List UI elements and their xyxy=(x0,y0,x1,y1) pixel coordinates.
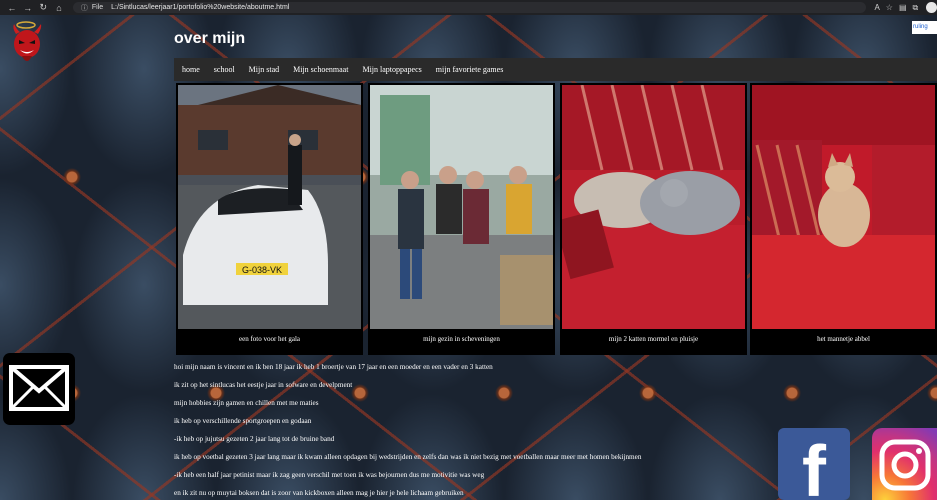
about-line: -ik heb een half jaar petinist maar ik z… xyxy=(174,471,485,479)
back-icon[interactable]: ← xyxy=(4,3,20,13)
forward-icon[interactable]: → xyxy=(20,3,36,13)
instagram-icon[interactable] xyxy=(872,428,937,500)
about-line: -ik heb op jujutsu gezeten 2 jaar lang t… xyxy=(174,435,335,443)
about-line: hoi mijn naam is vincent en ik ben 18 ja… xyxy=(174,363,493,371)
family-photo xyxy=(370,85,553,329)
about-line: mijn hobbies zijn gamen en chillen met m… xyxy=(174,399,319,407)
license-plate: G-038-VK xyxy=(242,265,282,275)
nav-schoenmaat[interactable]: Mijn schoenmaat xyxy=(293,65,348,74)
browser-tools: A ☆ ▤ ⧉ xyxy=(874,3,918,13)
profile-avatar[interactable] xyxy=(926,2,937,13)
browser-toolbar: ← → ↻ ⌂ ⓘ File L:/Sintlucas/leerjaar1/po… xyxy=(0,0,937,15)
nav-laptop-specs[interactable]: Mijn laptoppapecs xyxy=(362,65,421,74)
about-line: ik heb op voetbal gezeten 3 jaar lang ma… xyxy=(174,453,642,461)
address-bar[interactable]: ⓘ File L:/Sintlucas/leerjaar1/portofolio… xyxy=(72,2,867,13)
collections-icon[interactable]: ▤ xyxy=(899,3,907,13)
read-aloud-icon[interactable]: A xyxy=(874,3,879,13)
home-icon[interactable]: ⌂ xyxy=(51,3,67,13)
nav-favoriete-games[interactable]: mijn favoriete games xyxy=(436,65,504,74)
about-line: en ik zit nu op muytai boksen dat is zoo… xyxy=(174,489,464,497)
extensions-icon[interactable]: ⧉ xyxy=(913,3,919,13)
about-line: ik heb op verschillende sportgroepen en … xyxy=(174,417,312,425)
gallery-card-gala[interactable]: G-038-VK een foto voor het gala xyxy=(176,83,363,355)
gallery-caption: het mannetje abbel xyxy=(817,335,870,343)
page-title: over mijn xyxy=(174,30,246,47)
facebook-f-glyph: f xyxy=(802,432,826,500)
devil-logo-icon[interactable] xyxy=(8,20,48,68)
about-text: hoi mijn naam is vincent en ik ben 18 ja… xyxy=(174,358,774,500)
url-scheme: File xyxy=(91,4,104,11)
nav-home[interactable]: home xyxy=(182,65,200,74)
nav-mijn-stad[interactable]: Mijn stad xyxy=(249,65,279,74)
about-line: ik zit op het sintlucas het eestje jaar … xyxy=(174,381,353,389)
cats-photo xyxy=(562,85,745,329)
url-text: L:/Sintlucas/leerjaar1/portofolio%20webs… xyxy=(111,4,290,11)
gallery-caption: mijn gezin in scheveningen xyxy=(423,335,500,343)
facebook-icon[interactable]: f xyxy=(778,428,850,500)
info-icon[interactable]: ⓘ xyxy=(81,3,88,13)
photo-gallery: G-038-VK een foto voor het gala mijn gez… xyxy=(176,83,937,355)
gallery-card-abbel[interactable]: het mannetje abbel xyxy=(750,83,937,355)
broken-image-placeholder: ruling xyxy=(912,21,937,34)
main-navbar: home school Mijn stad Mijn schoenmaat Mi… xyxy=(174,58,937,81)
reload-icon[interactable]: ↻ xyxy=(35,2,51,13)
gallery-card-family[interactable]: mijn gezin in scheveningen xyxy=(368,83,555,355)
gala-car-photo: G-038-VK xyxy=(178,85,361,329)
mail-icon[interactable] xyxy=(3,353,75,425)
gallery-card-cats[interactable]: mijn 2 katten mormel en pluisje xyxy=(560,83,747,355)
abbel-cat-photo xyxy=(752,85,935,329)
gallery-caption: mijn 2 katten mormel en pluisje xyxy=(608,335,699,343)
gallery-caption: een foto voor het gala xyxy=(238,335,301,343)
nav-school[interactable]: school xyxy=(214,65,235,74)
favorite-icon[interactable]: ☆ xyxy=(886,3,893,13)
